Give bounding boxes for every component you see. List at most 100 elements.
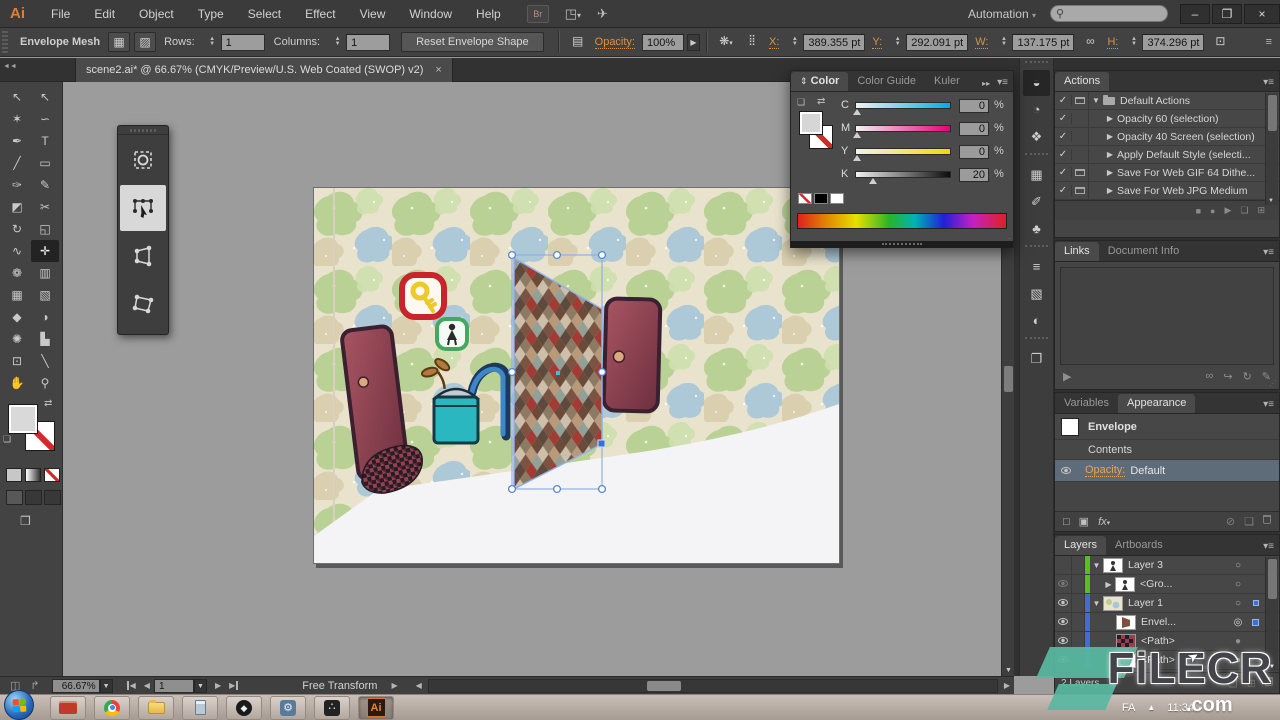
- line-segment-tool[interactable]: ╱: [3, 152, 31, 174]
- visibility-toggle[interactable]: [1055, 594, 1072, 612]
- menu-select[interactable]: Select: [236, 0, 293, 28]
- goto-link-icon[interactable]: ↪: [1223, 370, 1232, 383]
- share-icon[interactable]: ✈: [597, 6, 608, 22]
- lock-toggle[interactable]: [1072, 575, 1085, 593]
- appearance-row-envelope[interactable]: Envelope: [1055, 414, 1279, 440]
- opacity-link[interactable]: Opacity:: [595, 36, 635, 49]
- bridge-icon[interactable]: Br: [527, 5, 549, 23]
- menu-object[interactable]: Object: [127, 0, 186, 28]
- rows-input[interactable]: 1: [221, 34, 265, 51]
- change-screen-mode-icon[interactable]: ❐: [20, 514, 31, 528]
- color-button[interactable]: [6, 468, 22, 482]
- expand-icon[interactable]: ▼: [1089, 96, 1103, 105]
- h-stepper[interactable]: ▲▼: [1128, 37, 1139, 47]
- slider-thumb[interactable]: [853, 155, 861, 161]
- lock-toggle[interactable]: [1072, 613, 1085, 631]
- tab-color[interactable]: ⇕ Color: [791, 72, 848, 91]
- artboard-tool[interactable]: ⊡: [3, 350, 31, 372]
- next-artboard-icon[interactable]: ▶: [215, 681, 221, 690]
- paintbrush-tool[interactable]: ✑: [3, 174, 31, 196]
- w-stepper[interactable]: ▲▼: [998, 37, 1009, 47]
- constrain-button[interactable]: [120, 137, 166, 183]
- expand-icon[interactable]: ▼: [1090, 561, 1103, 570]
- slider-thumb[interactable]: [869, 178, 877, 184]
- magenta-slider[interactable]: M 0 %: [841, 122, 1009, 145]
- links-panel-menu-icon[interactable]: ▾≡: [1263, 247, 1279, 258]
- w-input[interactable]: 137.175 pt: [1012, 34, 1074, 51]
- gradient-button[interactable]: [25, 468, 41, 482]
- layers-panel-menu-icon[interactable]: ▾≡: [1263, 541, 1279, 552]
- menu-effect[interactable]: Effect: [293, 0, 347, 28]
- tab-document-info[interactable]: Document Info: [1099, 242, 1189, 261]
- gradient-panel-icon[interactable]: ▧: [1023, 281, 1050, 307]
- type-tool[interactable]: T: [31, 130, 59, 152]
- action-row[interactable]: ✓ ▶ Save For Web JPG Medium: [1055, 182, 1279, 200]
- cyan-slider[interactable]: C 0 %: [841, 99, 1009, 122]
- envelope-edit-icon[interactable]: ▨: [134, 32, 156, 52]
- slider-thumb[interactable]: [853, 132, 861, 138]
- layer-row-envelope[interactable]: Envel... ◎: [1055, 613, 1279, 632]
- appearance-row-contents[interactable]: Contents: [1055, 440, 1279, 460]
- free-transform-palette[interactable]: [117, 125, 169, 335]
- taskbar-explorer-icon[interactable]: [138, 696, 174, 720]
- rotate-tool[interactable]: ↻: [3, 218, 31, 240]
- reference-point-icon[interactable]: ⣿: [741, 32, 763, 52]
- new-action-icon[interactable]: ⊞: [1257, 205, 1265, 216]
- free-transform-button[interactable]: [120, 185, 166, 231]
- links-list[interactable]: [1060, 267, 1274, 365]
- symbol-sprayer-tool[interactable]: ✺: [3, 328, 31, 350]
- eye-icon[interactable]: [1061, 467, 1071, 474]
- record-icon[interactable]: ●: [1210, 206, 1215, 216]
- person-sign[interactable]: [437, 319, 467, 349]
- horizontal-scroll-thumb[interactable]: [647, 681, 681, 691]
- gear-icon[interactable]: ❋▾: [715, 32, 737, 52]
- kuler-panel-icon[interactable]: ❖: [1023, 124, 1050, 150]
- twirl-tool[interactable]: ❁: [3, 262, 31, 284]
- transparency-panel-icon[interactable]: ◐: [1023, 308, 1050, 334]
- taskbar-media-app-icon[interactable]: [50, 696, 86, 720]
- magic-wand-tool[interactable]: ✶: [3, 108, 31, 130]
- play-icon[interactable]: ▶: [1224, 205, 1231, 216]
- color-panel-menu-icon[interactable]: ▾≡: [997, 77, 1013, 88]
- mesh-tool[interactable]: ▦: [3, 284, 31, 306]
- duplicate-item-icon[interactable]: ❏: [1244, 515, 1254, 528]
- stop-icon[interactable]: ■: [1196, 206, 1201, 216]
- layer-row-layer3[interactable]: ▼ Layer 3 ○: [1055, 556, 1279, 575]
- layers-scroll-thumb[interactable]: [1268, 559, 1277, 599]
- scroll-down-icon[interactable]: ▼: [1004, 667, 1013, 674]
- menu-type[interactable]: Type: [186, 0, 236, 28]
- relink-icon[interactable]: ∞: [1206, 370, 1214, 383]
- columns-stepper[interactable]: ▲▼: [332, 37, 343, 47]
- tab-appearance[interactable]: Appearance: [1118, 394, 1195, 413]
- link-info-icon[interactable]: ▶: [1063, 370, 1071, 383]
- action-row[interactable]: ✓ ▶ Opacity 60 (selection): [1055, 110, 1279, 128]
- hscroll-right-icon[interactable]: ▶: [1004, 681, 1010, 690]
- delete-item-icon[interactable]: [1263, 515, 1271, 524]
- close-document-icon[interactable]: ×: [435, 64, 441, 76]
- x-stepper[interactable]: ▲▼: [789, 37, 800, 47]
- artboard[interactable]: [313, 187, 840, 564]
- free-distort-button[interactable]: [120, 281, 166, 327]
- brushes-panel-icon[interactable]: ✐: [1023, 189, 1050, 215]
- action-row[interactable]: ✓ ▶ Save For Web GIF 64 Dithe...: [1055, 164, 1279, 182]
- warp-tool[interactable]: ∿: [3, 240, 31, 262]
- color-guide-panel-icon[interactable]: ◔: [1023, 97, 1050, 123]
- x-link[interactable]: X:: [769, 36, 779, 49]
- actions-panel-menu-icon[interactable]: ▾≡: [1263, 77, 1279, 88]
- eyedropper-tool[interactable]: ◆: [3, 306, 31, 328]
- status-expand-icon[interactable]: ▶: [391, 681, 397, 690]
- new-stroke-icon[interactable]: □: [1063, 516, 1070, 528]
- artboard-dropdown-icon[interactable]: ▼: [194, 679, 207, 693]
- color-expand-icon[interactable]: ▸▸: [982, 79, 995, 88]
- black-slider[interactable]: K 20 %: [841, 168, 1009, 191]
- palette-grip[interactable]: [118, 126, 168, 135]
- tab-layers[interactable]: Layers: [1055, 536, 1106, 555]
- pencil-tool[interactable]: ✎: [31, 174, 59, 196]
- update-link-icon[interactable]: ↻: [1243, 370, 1252, 383]
- w-link[interactable]: W:: [975, 36, 988, 49]
- transform-icon[interactable]: ⊡: [1209, 32, 1231, 52]
- columns-input[interactable]: 1: [346, 34, 390, 51]
- zoom-tool[interactable]: ⚲: [31, 372, 59, 394]
- color-spectrum[interactable]: [797, 213, 1007, 229]
- black-swatch[interactable]: [814, 193, 828, 204]
